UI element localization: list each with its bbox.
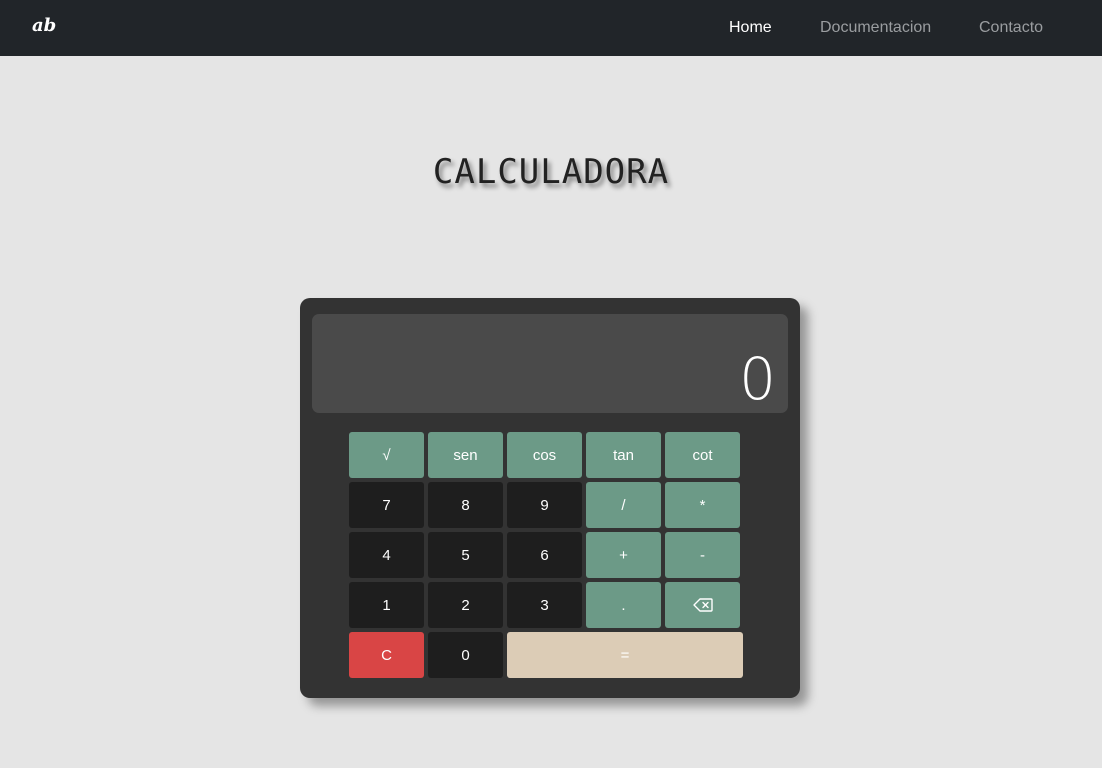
digit-9-button[interactable]: 9 <box>507 482 582 528</box>
minus-button[interactable]: - <box>665 532 740 578</box>
digit-3-button[interactable]: 3 <box>507 582 582 628</box>
brand-logo[interactable]: ab <box>32 15 56 36</box>
backspace-button[interactable] <box>665 582 740 628</box>
multiply-button[interactable]: * <box>665 482 740 528</box>
sqrt-button[interactable]: √ <box>349 432 424 478</box>
calculator-display: 0 <box>312 314 788 413</box>
divide-button[interactable]: / <box>586 482 661 528</box>
digit-1-button[interactable]: 1 <box>349 582 424 628</box>
nav-link-home[interactable]: Home <box>729 19 772 37</box>
digit-6-button[interactable]: 6 <box>507 532 582 578</box>
clear-button[interactable]: C <box>349 632 424 678</box>
display-value: 0 <box>739 345 776 413</box>
digit-0-button[interactable]: 0 <box>428 632 503 678</box>
digit-7-button[interactable]: 7 <box>349 482 424 528</box>
backspace-icon <box>692 597 713 613</box>
nav-link-documentacion[interactable]: Documentacion <box>820 19 931 37</box>
digit-4-button[interactable]: 4 <box>349 532 424 578</box>
cot-button[interactable]: cot <box>665 432 740 478</box>
digit-5-button[interactable]: 5 <box>428 532 503 578</box>
digit-8-button[interactable]: 8 <box>428 482 503 528</box>
cos-button[interactable]: cos <box>507 432 582 478</box>
digit-2-button[interactable]: 2 <box>428 582 503 628</box>
navbar: ab Home Documentacion Contacto <box>0 0 1102 56</box>
nav-link-contacto[interactable]: Contacto <box>979 19 1043 37</box>
calculator: 0 √ sen cos tan cot 7 8 9 / * 4 5 6 + - … <box>300 298 800 698</box>
decimal-point-button[interactable]: . <box>586 582 661 628</box>
equals-button[interactable]: = <box>507 632 743 678</box>
page-title: CALCULADORA <box>432 152 670 192</box>
tan-button[interactable]: tan <box>586 432 661 478</box>
sen-button[interactable]: sen <box>428 432 503 478</box>
plus-button[interactable]: + <box>586 532 661 578</box>
